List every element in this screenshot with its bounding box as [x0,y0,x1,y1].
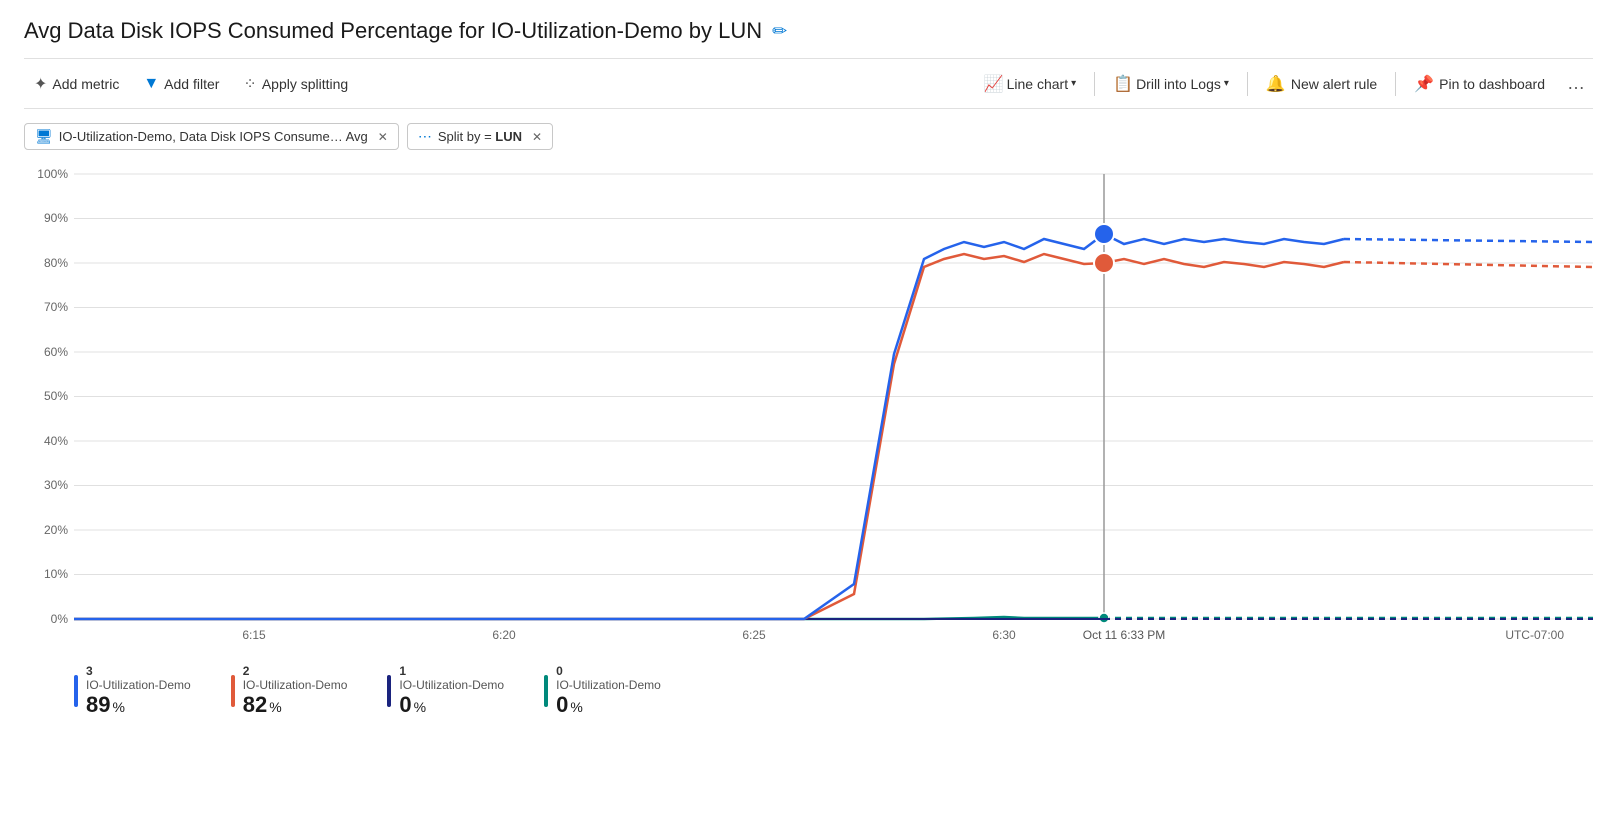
legend-name-3: IO-Utilization-Demo [86,678,191,692]
legend-item-1: 1 IO-Utilization-Demo 0% [387,664,504,718]
apply-splitting-icon: ⁘ [243,74,256,94]
legend-item-3-inner: 3 IO-Utilization-Demo 89% [74,664,191,718]
metric-pill-text: IO-Utilization-Demo, Data Disk IOPS Cons… [59,129,368,144]
legend-value-2: 82% [243,692,348,718]
pin-dashboard-label: Pin to dashboard [1439,76,1545,92]
legend-color-3 [74,675,78,707]
legend-lun-3: 3 [86,664,191,678]
svg-text:0%: 0% [51,612,69,626]
legend-color-0 [544,675,548,707]
split-pill-icon: ⋯ [418,128,432,145]
svg-text:30%: 30% [44,478,68,492]
separator-1 [1094,72,1095,96]
svg-text:60%: 60% [44,345,68,359]
legend-item-2: 2 IO-Utilization-Demo 82% [231,664,348,718]
line-chart-chevron: ▾ [1071,78,1076,89]
pin-icon: 📌 [1414,74,1434,94]
add-metric-button[interactable]: ✦ Add metric [24,68,129,100]
add-filter-label: Add filter [164,76,219,92]
svg-text:6:30: 6:30 [992,628,1016,642]
new-alert-button[interactable]: 🔔 New alert rule [1256,68,1387,100]
line-chart-label: Line chart [1007,76,1068,92]
separator-2 [1247,72,1248,96]
metric-filter-pill[interactable]: 🖥 IO-Utilization-Demo, Data Disk IOPS Co… [24,123,399,150]
page-container: Avg Data Disk IOPS Consumed Percentage f… [0,0,1617,730]
legend-value-3: 89% [86,692,191,718]
svg-text:Oct 11 6:33 PM: Oct 11 6:33 PM [1083,628,1165,642]
add-metric-label: Add metric [52,76,119,92]
legend-lun-1: 1 [399,664,504,678]
legend-name-1: IO-Utilization-Demo [399,678,504,692]
legend-name-0: IO-Utilization-Demo [556,678,661,692]
add-metric-icon: ✦ [34,74,47,94]
legend-item-3: 3 IO-Utilization-Demo 89% [74,664,191,718]
metric-pill-close[interactable]: ✕ [378,130,388,144]
toolbar: ✦ Add metric ▼ Add filter ⁘ Apply splitt… [24,58,1593,109]
legend-item-0-inner: 0 IO-Utilization-Demo 0% [544,664,661,718]
svg-text:100%: 100% [37,167,68,181]
apply-splitting-label: Apply splitting [262,76,348,92]
svg-text:70%: 70% [44,300,68,314]
svg-text:UTC-07:00: UTC-07:00 [1505,628,1564,642]
svg-text:80%: 80% [44,256,68,270]
legend-item-2-inner: 2 IO-Utilization-Demo 82% [231,664,348,718]
edit-icon[interactable]: ✏ [772,21,787,42]
page-title: Avg Data Disk IOPS Consumed Percentage f… [24,18,762,44]
legend-lun-0: 0 [556,664,661,678]
drill-logs-label: Drill into Logs [1136,76,1221,92]
title-row: Avg Data Disk IOPS Consumed Percentage f… [24,18,1593,44]
apply-splitting-button[interactable]: ⁘ Apply splitting [233,68,358,100]
alert-icon: 🔔 [1266,74,1286,94]
legend-item-1-inner: 1 IO-Utilization-Demo 0% [387,664,504,718]
svg-text:6:20: 6:20 [492,628,516,642]
legend-value-0: 0% [556,692,661,718]
svg-text:6:15: 6:15 [242,628,266,642]
svg-text:90%: 90% [44,211,68,225]
drill-logs-icon: 📋 [1113,74,1133,94]
legend-item-3-text: 3 IO-Utilization-Demo 89% [86,664,191,718]
legend-row: 3 IO-Utilization-Demo 89% 2 IO-Utilizati… [24,664,1593,718]
separator-3 [1395,72,1396,96]
more-icon: … [1567,73,1585,94]
drill-logs-chevron: ▾ [1224,78,1229,89]
legend-item-2-text: 2 IO-Utilization-Demo 82% [243,664,348,718]
pin-dashboard-button[interactable]: 📌 Pin to dashboard [1404,68,1555,100]
legend-value-1: 0% [399,692,504,718]
legend-item-0-text: 0 IO-Utilization-Demo 0% [556,664,661,718]
svg-text:40%: 40% [44,434,68,448]
add-filter-icon: ▼ [143,75,159,93]
legend-item-1-text: 1 IO-Utilization-Demo 0% [399,664,504,718]
toolbar-right: 📈 Line chart ▾ 📋 Drill into Logs ▾ 🔔 New… [974,67,1593,100]
legend-lun-2: 2 [243,664,348,678]
legend-item-0: 0 IO-Utilization-Demo 0% [544,664,661,718]
legend-color-2 [231,675,235,707]
metric-pill-icon: 🖥 [35,128,53,145]
chart-svg: 100% 90% 80% 70% 60% 50% 40% 30% 20% 10%… [24,164,1593,654]
split-filter-pill[interactable]: ⋯ Split by = LUN ✕ [407,123,553,150]
legend-color-1 [387,675,391,707]
split-pill-text: Split by = LUN [438,129,522,144]
new-alert-label: New alert rule [1291,76,1377,92]
svg-text:10%: 10% [44,567,68,581]
drill-logs-button[interactable]: 📋 Drill into Logs ▾ [1103,68,1239,100]
add-filter-button[interactable]: ▼ Add filter [133,69,229,99]
svg-text:20%: 20% [44,523,68,537]
svg-text:6:25: 6:25 [742,628,766,642]
legend-name-2: IO-Utilization-Demo [243,678,348,692]
line-chart-button[interactable]: 📈 Line chart ▾ [974,68,1086,100]
more-button[interactable]: … [1559,67,1593,100]
split-pill-close[interactable]: ✕ [532,130,542,144]
chart-area: 100% 90% 80% 70% 60% 50% 40% 30% 20% 10%… [24,164,1593,654]
svg-text:50%: 50% [44,389,68,403]
line-chart-icon: 📈 [984,74,1004,94]
filter-row: 🖥 IO-Utilization-Demo, Data Disk IOPS Co… [24,123,1593,150]
